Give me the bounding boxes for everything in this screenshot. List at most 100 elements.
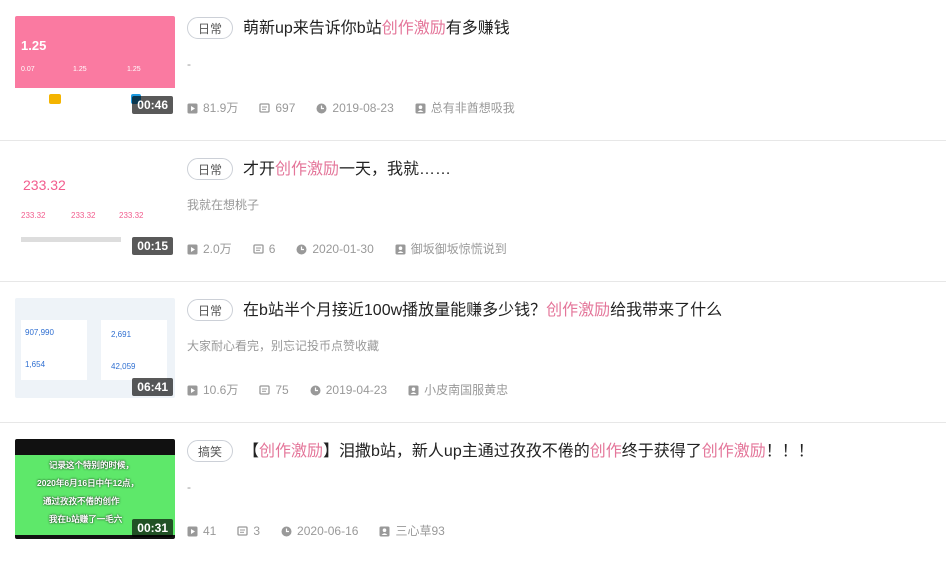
play-count: 2.0万 <box>187 241 232 257</box>
uploader-name: 御坂御坂惊慌说到 <box>410 242 507 256</box>
play-icon <box>187 244 198 254</box>
video-thumbnail[interactable]: 记录这个特别的时候， 2020年6月16日中午12点， 通过孜孜不倦的创作 我在… <box>15 439 175 539</box>
category-tag[interactable]: 日常 <box>187 17 234 39</box>
danmaku-count: 3 <box>237 523 260 539</box>
play-count: 81.9万 <box>187 100 238 116</box>
danmaku-icon <box>253 243 264 254</box>
danmaku-icon <box>259 384 271 395</box>
danmaku-count-value: 697 <box>275 101 296 115</box>
upload-date: 2019-04-23 <box>310 382 387 398</box>
thumbnail-text: 1.25 <box>21 38 47 53</box>
thumbnail-text: 907,990 <box>25 328 54 337</box>
play-icon <box>187 526 198 536</box>
video-meta: 81.9万 697 2019-08-23 总有非酋想吸我 <box>187 100 536 116</box>
upload-date-value: 2020-06-16 <box>297 524 359 538</box>
user-icon <box>415 103 426 113</box>
category-tag[interactable]: 搞笑 <box>187 440 234 462</box>
title-text: 萌新up来告诉你b站 <box>243 20 382 37</box>
play-count-value: 2.0万 <box>203 242 232 256</box>
upload-date-value: 2019-08-23 <box>332 101 394 115</box>
thumbnail-text: 通过孜孜不倦的创作 <box>43 496 120 506</box>
uploader-link[interactable]: 小皮南国服黄忠 <box>408 382 508 398</box>
uploader-link[interactable]: 三心草93 <box>379 523 445 539</box>
video-duration: 00:31 <box>132 519 173 537</box>
play-count: 41 <box>187 523 216 539</box>
title-text: 终于获得了 <box>621 443 702 460</box>
video-thumbnail[interactable]: 233.32 233.32 233.32 233.32 00:15 <box>15 157 175 257</box>
video-result-list: 1.25 0.07 1.25 1.25 00:46 日常 萌新up来告诉你b站创… <box>0 0 946 564</box>
danmaku-icon <box>259 102 271 113</box>
title-text: ！！！ <box>765 443 814 460</box>
category-tag[interactable]: 日常 <box>187 299 234 321</box>
video-meta: 41 3 2020-06-16 三心草93 <box>187 523 466 539</box>
uploader-link[interactable]: 总有非酋想吸我 <box>415 100 515 116</box>
thumbnail-text: 233.32 <box>21 211 46 220</box>
thumbnail-text: 我在b站赚了一毛六 <box>49 514 123 524</box>
title-keyword: 创作激励 <box>701 443 766 460</box>
danmaku-count: 697 <box>259 100 295 116</box>
title-keyword: 创作激励 <box>259 443 324 460</box>
thumbnail-text: 2020年6月16日中午12点， <box>37 478 140 488</box>
upload-date-value: 2020-01-30 <box>312 242 374 256</box>
title-keyword: 创作激励 <box>381 20 446 37</box>
play-icon <box>187 385 198 395</box>
video-title[interactable]: 才开创作激励一天，我就…… <box>243 158 926 182</box>
upload-date: 2020-06-16 <box>281 523 358 539</box>
video-meta: 2.0万 6 2020-01-30 御坂御坂惊慌说到 <box>187 241 528 257</box>
video-description: - <box>187 480 191 494</box>
thumbnail-image <box>49 94 61 104</box>
video-title[interactable]: 萌新up来告诉你b站创作激励有多赚钱 <box>243 17 926 41</box>
title-text: 【 <box>243 443 260 460</box>
video-description: 大家耐心看完，别忘记投币点赞收藏 <box>187 339 380 353</box>
video-item: 233.32 233.32 233.32 233.32 00:15 日常 才开创… <box>0 141 946 282</box>
clock-icon <box>310 385 321 395</box>
play-count-value: 10.6万 <box>203 383 239 397</box>
thumbnail-image <box>101 320 167 380</box>
thumbnail-text: 记录这个特别的时候， <box>49 460 135 470</box>
play-count: 10.6万 <box>187 382 238 398</box>
clock-icon <box>316 103 327 113</box>
thumbnail-image <box>21 237 121 242</box>
video-title[interactable]: 【创作激励】泪撒b站，新人up主通过孜孜不倦的创作终于获得了创作激励！！！ <box>243 440 926 464</box>
title-text: 一天，我就…… <box>339 161 452 178</box>
category-tag[interactable]: 日常 <box>187 158 234 180</box>
uploader-name: 小皮南国服黄忠 <box>424 383 509 397</box>
thumbnail-text: 1,654 <box>25 360 46 369</box>
title-text: 才开 <box>243 161 276 178</box>
thumbnail-text: 1.25 <box>73 66 87 73</box>
play-count-value: 81.9万 <box>203 101 239 115</box>
thumbnail-text: 1.25 <box>127 66 141 73</box>
upload-date-value: 2019-04-23 <box>325 383 388 397</box>
upload-date: 2019-08-23 <box>316 100 394 116</box>
video-thumbnail[interactable]: 1.25 0.07 1.25 1.25 00:46 <box>15 16 175 116</box>
danmaku-count-value: 3 <box>253 524 261 538</box>
danmaku-count: 75 <box>259 382 289 398</box>
uploader-name: 总有非酋想吸我 <box>430 101 515 115</box>
thumbnail-text: 233.32 <box>71 211 96 220</box>
play-icon <box>187 103 198 113</box>
clock-icon <box>281 526 292 536</box>
uploader-link[interactable]: 御坂御坂惊慌说到 <box>395 241 507 257</box>
user-icon <box>379 526 390 536</box>
video-thumbnail[interactable]: 907,990 2,691 1,654 42,059 06:41 <box>15 298 175 398</box>
title-keyword: 创作激励 <box>546 302 611 319</box>
video-title[interactable]: 在b站半个月接近100w播放量能赚多少钱？创作激励给我带来了什么 <box>243 299 926 323</box>
danmaku-count: 6 <box>253 241 275 257</box>
video-duration: 00:46 <box>132 96 173 114</box>
play-count-value: 41 <box>203 524 217 538</box>
video-item: 记录这个特别的时候， 2020年6月16日中午12点， 通过孜孜不倦的创作 我在… <box>0 423 946 564</box>
title-text: 有多赚钱 <box>445 20 510 37</box>
title-keyword: 创作激励 <box>275 161 340 178</box>
title-keyword: 创作 <box>589 443 622 460</box>
user-icon <box>395 244 406 254</box>
clock-icon <box>296 244 307 254</box>
video-duration: 06:41 <box>132 378 173 396</box>
thumbnail-text: 42,059 <box>111 362 136 371</box>
upload-date: 2020-01-30 <box>296 241 374 257</box>
title-text: 在b站半个月接近100w播放量能赚多少钱？ <box>243 302 547 319</box>
video-duration: 00:15 <box>132 237 173 255</box>
video-item: 907,990 2,691 1,654 42,059 06:41 日常 在b站半… <box>0 282 946 423</box>
thumbnail-text: 2,691 <box>111 330 132 339</box>
thumbnail-text: 0.07 <box>21 66 35 73</box>
uploader-name: 三心草93 <box>395 524 445 538</box>
